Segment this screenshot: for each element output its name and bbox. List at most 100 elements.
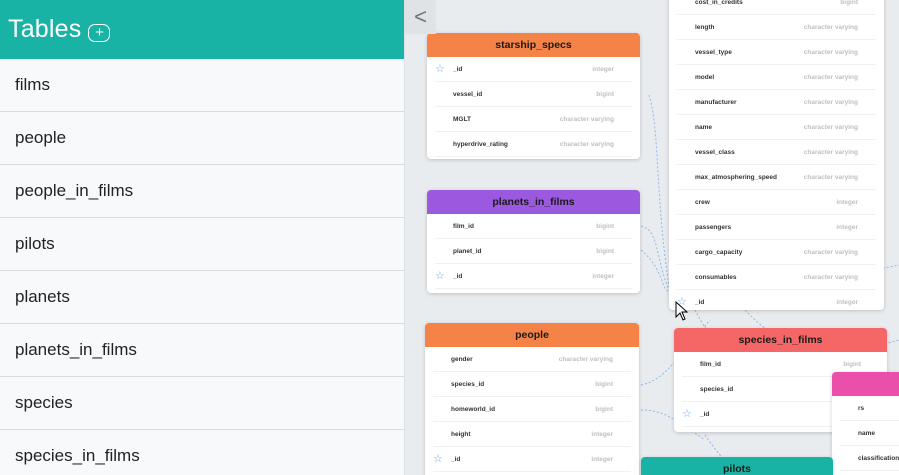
field-type: character varying — [803, 23, 858, 31]
field-name: _id — [700, 410, 710, 418]
pilots-table-card[interactable]: pilots — [641, 457, 833, 475]
field-name: cost_in_credits — [695, 0, 743, 6]
field-name: vessel_id — [453, 90, 483, 98]
table-field-row[interactable]: ☆_idinteger — [677, 290, 876, 310]
species-table-card[interactable]: rs name classification — [832, 372, 899, 475]
table-field-row[interactable]: model character varying — [677, 65, 876, 90]
add-table-button[interactable]: + — [88, 23, 111, 42]
field-name: vessel_type — [695, 48, 732, 56]
field-name: classification — [858, 454, 899, 462]
table-field-row[interactable]: planet_id bigint — [435, 239, 632, 264]
table-card-header — [832, 372, 899, 396]
field-name: MGLT — [453, 115, 471, 123]
field-name: rs — [858, 404, 865, 412]
field-name: _id — [451, 455, 461, 463]
field-name: species_id — [700, 385, 734, 393]
mouse-pointer-icon — [675, 301, 689, 321]
table-card-header: species_in_films — [674, 328, 887, 352]
table-field-row[interactable]: height integer — [433, 422, 631, 447]
table-card-title: people — [515, 329, 549, 341]
field-type: character varying — [803, 248, 858, 256]
table-item-people-in-films[interactable]: people_in_films — [0, 165, 404, 218]
field-type: integer — [592, 65, 614, 73]
table-field-row[interactable]: film_id bigint — [435, 214, 632, 239]
table-field-row[interactable]: length character varying — [677, 15, 876, 40]
table-field-row[interactable]: vessel_type character varying — [677, 40, 876, 65]
table-item-films[interactable]: films — [0, 59, 404, 112]
field-type: bigint — [596, 90, 614, 98]
field-name: planet_id — [453, 247, 482, 255]
field-type: integer — [591, 455, 613, 463]
field-name: film_id — [700, 360, 721, 368]
field-type: integer — [836, 198, 858, 206]
table-field-row[interactable]: ☆_idinteger — [435, 264, 632, 289]
field-type: bigint — [595, 380, 613, 388]
table-field-row[interactable]: vessel_class character varying — [677, 140, 876, 165]
table-field-row[interactable]: gender character varying — [433, 347, 631, 372]
table-field-row[interactable]: name — [840, 421, 899, 446]
field-type: bigint — [840, 0, 858, 6]
field-type: character varying — [803, 173, 858, 181]
primary-key-star-icon: ☆ — [435, 63, 445, 75]
table-field-row[interactable]: max_atmosphering_speed character varying — [677, 165, 876, 190]
schema-canvas[interactable]: cost_in_credits bigint length character var… — [405, 0, 899, 475]
field-name: cargo_capacity — [695, 248, 743, 256]
starship-specs-table-card[interactable]: starship_specs ☆ _id integer vessel_id bigin… — [427, 33, 640, 159]
field-type: character varying — [803, 148, 858, 156]
field-type: character varying — [803, 73, 858, 81]
field-type: character varying — [559, 140, 614, 148]
primary-key-star-icon: ☆ — [435, 270, 445, 282]
planets-in-films-table-card[interactable]: planets_in_films film_id bigint planet_id b… — [427, 190, 640, 293]
table-field-row[interactable]: rs — [840, 396, 899, 421]
table-field-row[interactable]: vessel_id bigint — [435, 82, 632, 107]
table-field-row[interactable]: ☆_idinteger — [433, 447, 631, 472]
field-name: vessel_class — [695, 148, 735, 156]
table-field-row[interactable]: passengers integer — [677, 215, 876, 240]
table-item-planets[interactable]: planets — [0, 271, 404, 324]
table-field-row[interactable]: species_id bigint — [433, 372, 631, 397]
table-field-row[interactable]: cost_in_credits bigint — [677, 0, 876, 15]
table-card-title: starship_specs — [495, 39, 572, 51]
table-field-row[interactable]: consumables character varying — [677, 265, 876, 290]
field-type: character varying — [803, 98, 858, 106]
table-item-species-in-films[interactable]: species_in_films — [0, 430, 404, 475]
field-type: bigint — [596, 247, 614, 255]
table-card-header: starship_specs — [427, 33, 640, 57]
field-type: integer — [836, 298, 858, 306]
table-field-row[interactable]: name character varying — [677, 115, 876, 140]
plus-icon: + — [95, 24, 104, 41]
people-table-card[interactable]: people gender character varying species_id… — [425, 323, 639, 475]
table-field-row[interactable]: classification — [840, 446, 899, 471]
table-field-row[interactable]: MGLT character varying — [435, 107, 632, 132]
table-item-people[interactable]: people — [0, 112, 404, 165]
field-type: character varying — [803, 48, 858, 56]
field-type: bigint — [595, 405, 613, 413]
field-type: character varying — [803, 123, 858, 131]
field-name: _id — [695, 298, 705, 306]
table-item-pilots[interactable]: pilots — [0, 218, 404, 271]
table-field-row[interactable]: crew integer — [677, 190, 876, 215]
table-field-row[interactable]: manufacturer character varying — [677, 90, 876, 115]
sidebar-header: Tables + — [0, 0, 404, 59]
table-item-species[interactable]: species — [0, 377, 404, 430]
sidebar-title: Tables — [8, 15, 82, 43]
table-field-row[interactable]: cargo_capacity character varying — [677, 240, 876, 265]
vessels-table-card[interactable]: cost_in_credits bigint length character var… — [669, 0, 884, 310]
field-type: bigint — [843, 360, 861, 368]
collapse-sidebar-button[interactable]: < — [405, 0, 436, 34]
field-name: homeworld_id — [451, 405, 496, 413]
table-field-row[interactable]: ☆_idinteger — [435, 57, 632, 82]
chevron-left-icon: < — [414, 4, 427, 29]
field-name: consumables — [695, 273, 737, 281]
field-name: name — [858, 429, 875, 437]
field-type: integer — [591, 430, 613, 438]
table-field-row[interactable]: homeworld_id bigint — [433, 397, 631, 422]
table-card-title: pilots — [723, 463, 751, 475]
table-card-header: pilots — [641, 457, 833, 475]
table-card-title: species_in_films — [738, 334, 823, 346]
field-type: bigint — [596, 222, 614, 230]
table-item-planets-in-films[interactable]: planets_in_films — [0, 324, 404, 377]
table-list: films people people_in_films pilots plan… — [0, 59, 404, 475]
tables-sidebar: Tables + films people people_in_films pi… — [0, 0, 405, 475]
table-field-row[interactable]: hyperdrive_rating character varying — [435, 132, 632, 157]
